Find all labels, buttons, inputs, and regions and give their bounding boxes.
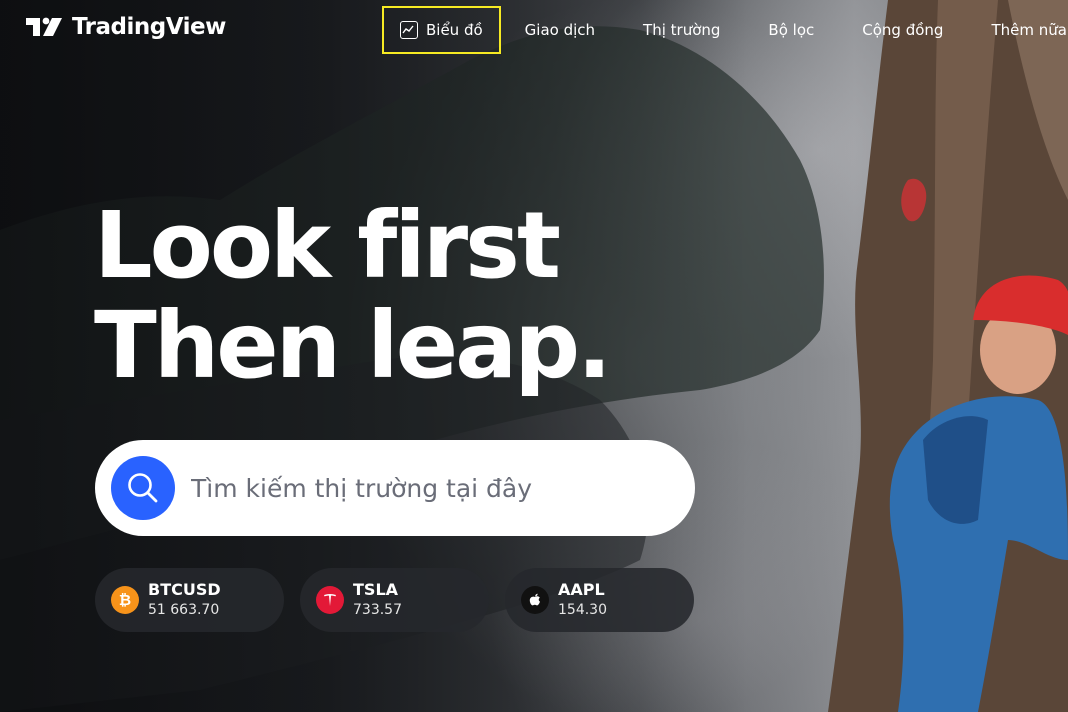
ticker-price: 154.30	[558, 602, 607, 618]
tesla-icon	[316, 586, 344, 614]
ticker-btcusd[interactable]: ₿ BTCUSD 51 663.70	[95, 568, 284, 632]
bitcoin-icon: ₿	[111, 586, 139, 614]
search-button[interactable]	[111, 456, 175, 520]
ticker-symbol: BTCUSD	[148, 580, 221, 599]
ticker-symbol: TSLA	[353, 580, 399, 599]
nav-item-charts[interactable]: Biểu đồ	[382, 6, 501, 54]
hero-line-1: Look first	[94, 192, 561, 299]
ticker-price: 51 663.70	[148, 602, 220, 618]
ticker-aapl[interactable]: AAPL 154.30	[505, 568, 694, 632]
nav-item-screeners[interactable]: Bộ lọc	[744, 6, 838, 54]
svg-text:₿: ₿	[119, 591, 131, 609]
nav-menu: Biểu đồ Giao dịch Thị trường Bộ lọc Cộng…	[382, 6, 1068, 54]
search-icon	[128, 473, 158, 503]
nav-item-community[interactable]: Cộng đồng	[838, 6, 967, 54]
chart-icon	[400, 21, 418, 39]
tradingview-logo-icon	[26, 17, 62, 36]
cliff-with-climber	[828, 0, 1068, 712]
nav-item-more[interactable]: Thêm nữa	[967, 6, 1068, 54]
nav-item-trading[interactable]: Giao dịch	[501, 6, 619, 54]
search-input[interactable]	[191, 473, 671, 503]
brand-name: TradingView	[72, 14, 226, 40]
ticker-tsla[interactable]: TSLA 733.57	[300, 568, 489, 632]
nav-item-markets[interactable]: Thị trường	[619, 6, 744, 54]
market-search-bar[interactable]	[95, 440, 695, 536]
nav-item-label: Biểu đồ	[426, 21, 483, 39]
brand-logo[interactable]: TradingView	[26, 14, 226, 40]
ticker-price: 733.57	[353, 602, 402, 618]
ticker-list: ₿ BTCUSD 51 663.70 TSLA 733.57 AAPL 154.…	[95, 568, 694, 632]
hero-line-2: Then leap.	[94, 292, 612, 399]
ticker-symbol: AAPL	[558, 580, 605, 599]
apple-icon	[521, 586, 549, 614]
hero-headline: Look first Then leap.	[94, 192, 612, 399]
top-navigation: TradingView Biểu đồ Giao dịch Thị trường…	[0, 0, 1068, 60]
